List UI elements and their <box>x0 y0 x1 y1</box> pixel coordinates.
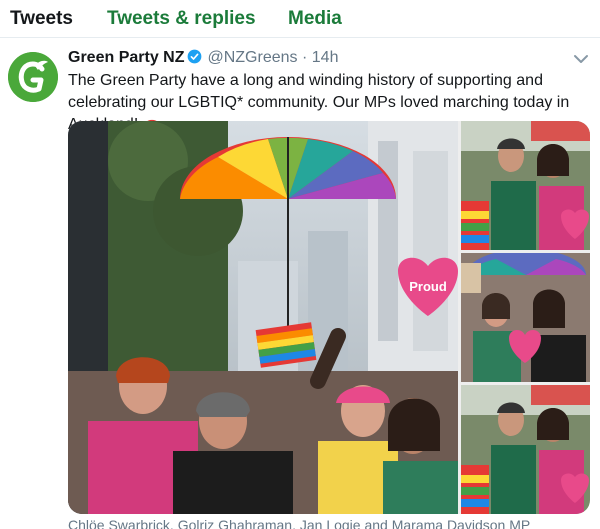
profile-tabs: Tweets Tweets & replies Media <box>0 0 600 38</box>
tweet-header: Green Party NZ @NZGreens · 14h <box>68 49 338 71</box>
photo-side-3[interactable] <box>461 385 590 514</box>
green-party-logo-icon <box>8 52 58 102</box>
tab-tweets-and-replies[interactable]: Tweets & replies <box>107 8 256 30</box>
photo-side-1[interactable] <box>461 121 590 250</box>
tab-media[interactable]: Media <box>288 8 342 30</box>
separator-dot: · <box>301 49 308 66</box>
verified-icon <box>188 49 202 64</box>
display-name[interactable]: Green Party NZ <box>68 49 184 66</box>
timestamp[interactable]: 14h <box>312 49 339 66</box>
handle[interactable]: @NZGreens <box>207 49 297 66</box>
tweet-media-grid: Proud <box>68 121 590 514</box>
chevron-down-icon[interactable] <box>573 53 589 65</box>
photo-side-2[interactable] <box>461 253 590 382</box>
avatar[interactable] <box>8 52 58 102</box>
media-caption: Chlöe Swarbrick, Golriz Ghahraman, Jan L… <box>68 517 531 529</box>
tab-tweets[interactable]: Tweets <box>10 8 73 30</box>
photo-main[interactable]: Proud <box>68 121 458 514</box>
sign-text: Proud <box>409 279 447 294</box>
